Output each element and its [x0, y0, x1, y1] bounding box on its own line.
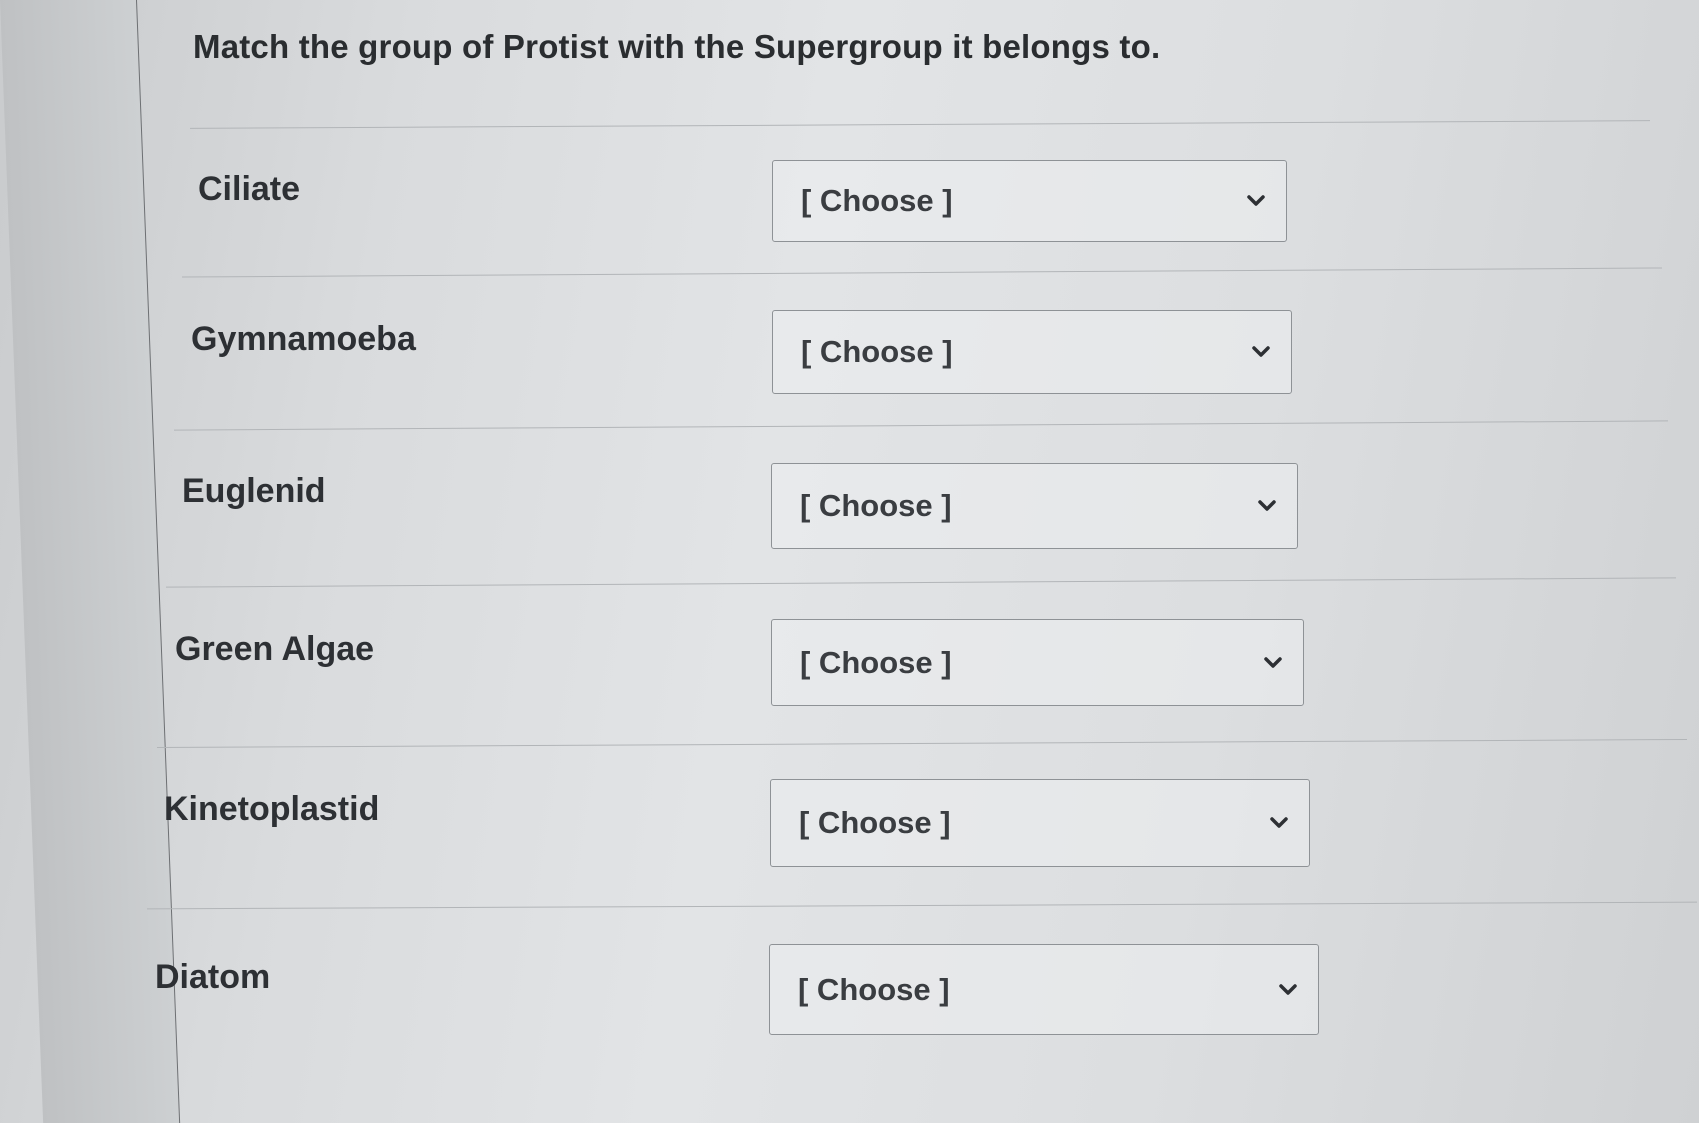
- select-kinetoplastid[interactable]: [ Choose ]: [770, 779, 1310, 867]
- chevron-down-icon: [1247, 195, 1265, 206]
- chevron-down-icon: [1279, 983, 1297, 995]
- divider: [157, 738, 1687, 749]
- select-euglenid[interactable]: [ Choose ]: [771, 463, 1298, 549]
- row-label-green-algae: Green Algae: [175, 630, 375, 668]
- select-diatom[interactable]: [ Choose ]: [769, 944, 1319, 1035]
- chevron-down-icon: [1252, 346, 1270, 357]
- divider: [174, 420, 1668, 431]
- chevron-down-icon: [1264, 656, 1282, 668]
- select-value: [ Choose ]: [801, 183, 953, 218]
- select-ciliate[interactable]: [ Choose ]: [772, 160, 1287, 242]
- select-green-algae[interactable]: [ Choose ]: [771, 619, 1304, 706]
- divider: [182, 267, 1662, 278]
- divider: [147, 901, 1697, 910]
- chevron-down-icon: [1258, 500, 1276, 511]
- select-value: [ Choose ]: [800, 644, 952, 680]
- select-value: [ Choose ]: [798, 971, 950, 1007]
- question-text: Match the group of Protist with the Supe…: [193, 28, 1161, 65]
- row-label-gymnamoeba: Gymnamoeba: [191, 320, 416, 358]
- select-gymnamoeba[interactable]: [ Choose ]: [772, 310, 1292, 394]
- select-value: [ Choose ]: [800, 488, 952, 523]
- left-margin: [0, 0, 180, 1123]
- divider: [190, 120, 1650, 129]
- select-value: [ Choose ]: [799, 805, 951, 840]
- select-value: [ Choose ]: [801, 334, 953, 369]
- divider: [166, 577, 1676, 588]
- row-label-ciliate: Ciliate: [198, 170, 301, 208]
- row-label-euglenid: Euglenid: [182, 472, 326, 510]
- row-label-kinetoplastid: Kinetoplastid: [164, 790, 380, 828]
- chevron-down-icon: [1270, 817, 1288, 828]
- row-label-diatom: Diatom: [155, 958, 271, 996]
